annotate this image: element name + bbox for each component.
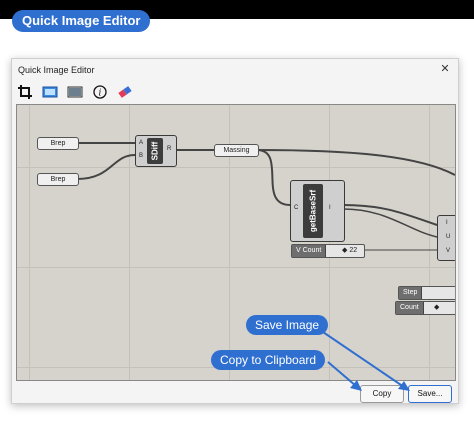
save-image-callout: Save Image <box>246 315 329 335</box>
callout-arrows <box>319 329 410 391</box>
copy-to-clipboard-callout: Copy to Clipboard <box>211 350 326 370</box>
